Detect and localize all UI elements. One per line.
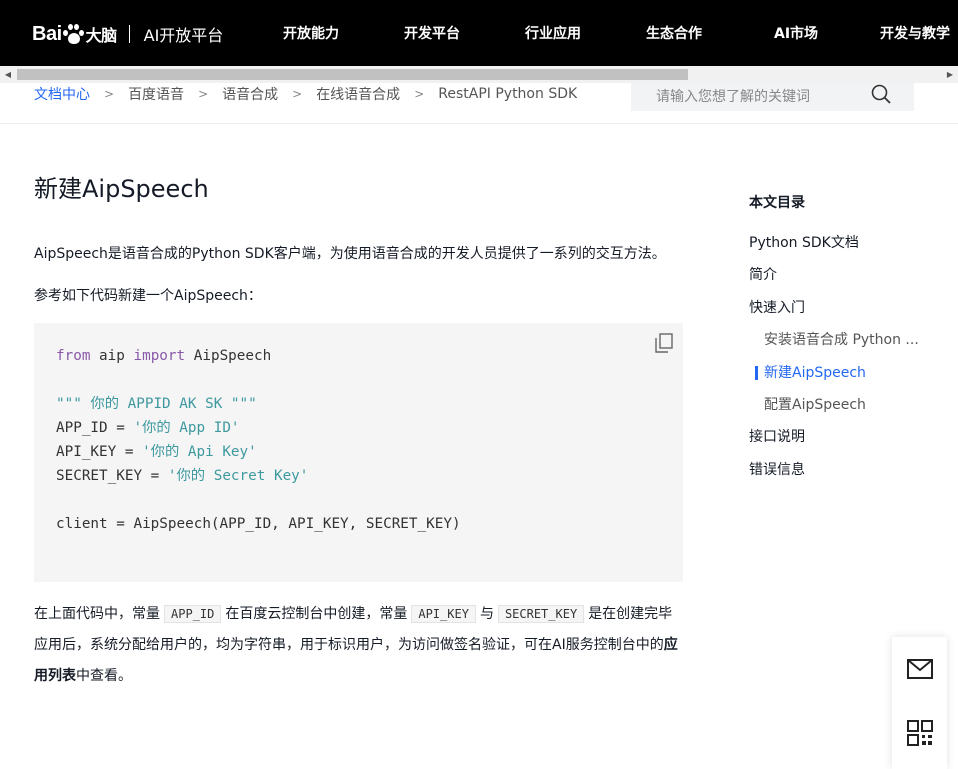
page-title: 新建AipSpeech (34, 175, 209, 203)
chevron-right-icon: > (198, 87, 209, 101)
scroll-right-icon[interactable]: ▶ (942, 66, 958, 83)
logo-wordmark: Bai 大脑 (32, 22, 117, 46)
qrcode-button[interactable] (892, 701, 947, 765)
nav-item-dev-platform[interactable]: 开发平台 (404, 23, 460, 43)
nav-item-capabilities[interactable]: 开放能力 (283, 23, 339, 43)
nav-item-ai-market[interactable]: AI市场 (774, 23, 818, 43)
table-of-contents: 本文目录 Python SDK文档 简介 快速入门 安装语音合成 Python … (749, 190, 949, 491)
logo-subtitle: AI开放平台 (143, 26, 224, 45)
nav-item-industry[interactable]: 行业应用 (525, 23, 581, 43)
copy-icon[interactable] (655, 333, 673, 353)
toc-item-install[interactable]: 安装语音合成 Python ... (749, 329, 949, 361)
feedback-mail-button[interactable] (892, 637, 947, 701)
breadcrumb-baidu-speech[interactable]: 百度语音 (128, 84, 184, 104)
code-block: from aip import AipSpeech """ 你的 APPID A… (34, 323, 683, 582)
code-token: API_KEY = (56, 444, 143, 460)
logo-bai-text: Bai (32, 22, 62, 45)
toc-item-quickstart[interactable]: 快速入门 (749, 297, 949, 329)
toc-item-new-aipspeech[interactable]: 新建AipSpeech (749, 362, 949, 394)
toc-item-intro[interactable]: 简介 (749, 264, 949, 296)
code-token: import (133, 348, 186, 364)
code-string: '你的 Secret Key' (167, 468, 309, 484)
code-content: from aip import AipSpeech """ 你的 APPID A… (34, 323, 683, 536)
toc-item-api-reference[interactable]: 接口说明 (749, 426, 949, 458)
note-paragraph: 在上面代码中，常量 APP_ID 在百度云控制台中创建，常量 API_KEY 与 SECR… (34, 599, 684, 692)
toc-item-errors[interactable]: 错误信息 (749, 459, 949, 491)
note-text: 与 (479, 606, 494, 622)
breadcrumb-restapi-python-sdk[interactable]: RestAPI Python SDK (438, 86, 577, 102)
code-token: client = AipSpeech(APP_ID, API_KEY, SECR… (56, 516, 461, 532)
floating-side-tools (892, 637, 947, 769)
toc-item-config-aipspeech[interactable]: 配置AipSpeech (749, 394, 949, 426)
toc-list: Python SDK文档 简介 快速入门 安装语音合成 Python ... 新… (749, 232, 949, 491)
note-text: 在上面代码中，常量 (34, 606, 160, 622)
breadcrumb: 文档中心 > 百度语音 > 语音合成 > 在线语音合成 > RestAPI Py… (34, 83, 577, 105)
code-token: APP_ID = (56, 420, 134, 436)
inline-code-api-key: API_KEY (411, 605, 476, 623)
baidu-ai-logo[interactable]: Bai 大脑 AI开放平台 (32, 14, 223, 54)
toc-item-python-sdk-doc[interactable]: Python SDK文档 (749, 232, 949, 264)
note-text: 中查看。 (76, 668, 132, 684)
breadcrumb-doc-center[interactable]: 文档中心 (34, 84, 90, 104)
code-token: AipSpeech (185, 348, 272, 364)
search-icon[interactable] (871, 84, 891, 104)
breadcrumb-online-synthesis[interactable]: 在线语音合成 (316, 84, 400, 104)
paw-icon (62, 23, 85, 45)
top-navbar: Bai 大脑 AI开放平台 开放能力 开发平台 行业应用 生态合作 AI市场 开… (0, 0, 958, 66)
search-input[interactable] (654, 88, 868, 106)
scroll-left-icon[interactable]: ◀ (0, 66, 16, 83)
lead-paragraph: 参考如下代码新建一个AipSpeech： (34, 288, 262, 304)
doc-search-box (631, 83, 914, 111)
logo-divider (128, 25, 130, 43)
inline-code-app-id: APP_ID (164, 605, 222, 623)
code-comment: """ 你的 APPID AK SK """ (56, 396, 257, 412)
note-text: 在百度云控制台中创建，常量 (225, 606, 408, 622)
chevron-right-icon: > (292, 87, 303, 101)
code-token: SECRET_KEY = (56, 468, 168, 484)
intro-paragraph: AipSpeech是语音合成的Python SDK客户端，为使用语音合成的开发人… (34, 246, 666, 262)
code-token: from (56, 348, 91, 364)
article-content: 新建AipSpeech AipSpeech是语音合成的Python SDK客户端… (34, 170, 684, 692)
toc-title: 本文目录 (749, 195, 805, 211)
code-string: '你的 Api Key' (142, 444, 257, 460)
breadcrumb-speech-synthesis[interactable]: 语音合成 (222, 84, 278, 104)
qrcode-icon (906, 720, 933, 746)
logo-du-text: 大脑 (85, 28, 118, 45)
code-token: aip (90, 348, 134, 364)
scrollbar-thumb[interactable] (17, 69, 688, 80)
breadcrumb-bar: 文档中心 > 百度语音 > 语音合成 > 在线语音合成 > RestAPI Py… (0, 83, 958, 124)
horizontal-scrollbar[interactable]: ◀ ▶ (0, 66, 958, 83)
inline-code-secret-key: SECRET_KEY (497, 605, 585, 623)
code-string: '你的 App ID' (133, 420, 240, 436)
chevron-right-icon: > (104, 87, 115, 101)
nav-item-ecosystem[interactable]: 生态合作 (646, 23, 702, 43)
nav-item-dev-teaching[interactable]: 开发与教学 (880, 23, 950, 43)
chevron-right-icon: > (414, 87, 425, 101)
mail-icon (906, 659, 933, 679)
